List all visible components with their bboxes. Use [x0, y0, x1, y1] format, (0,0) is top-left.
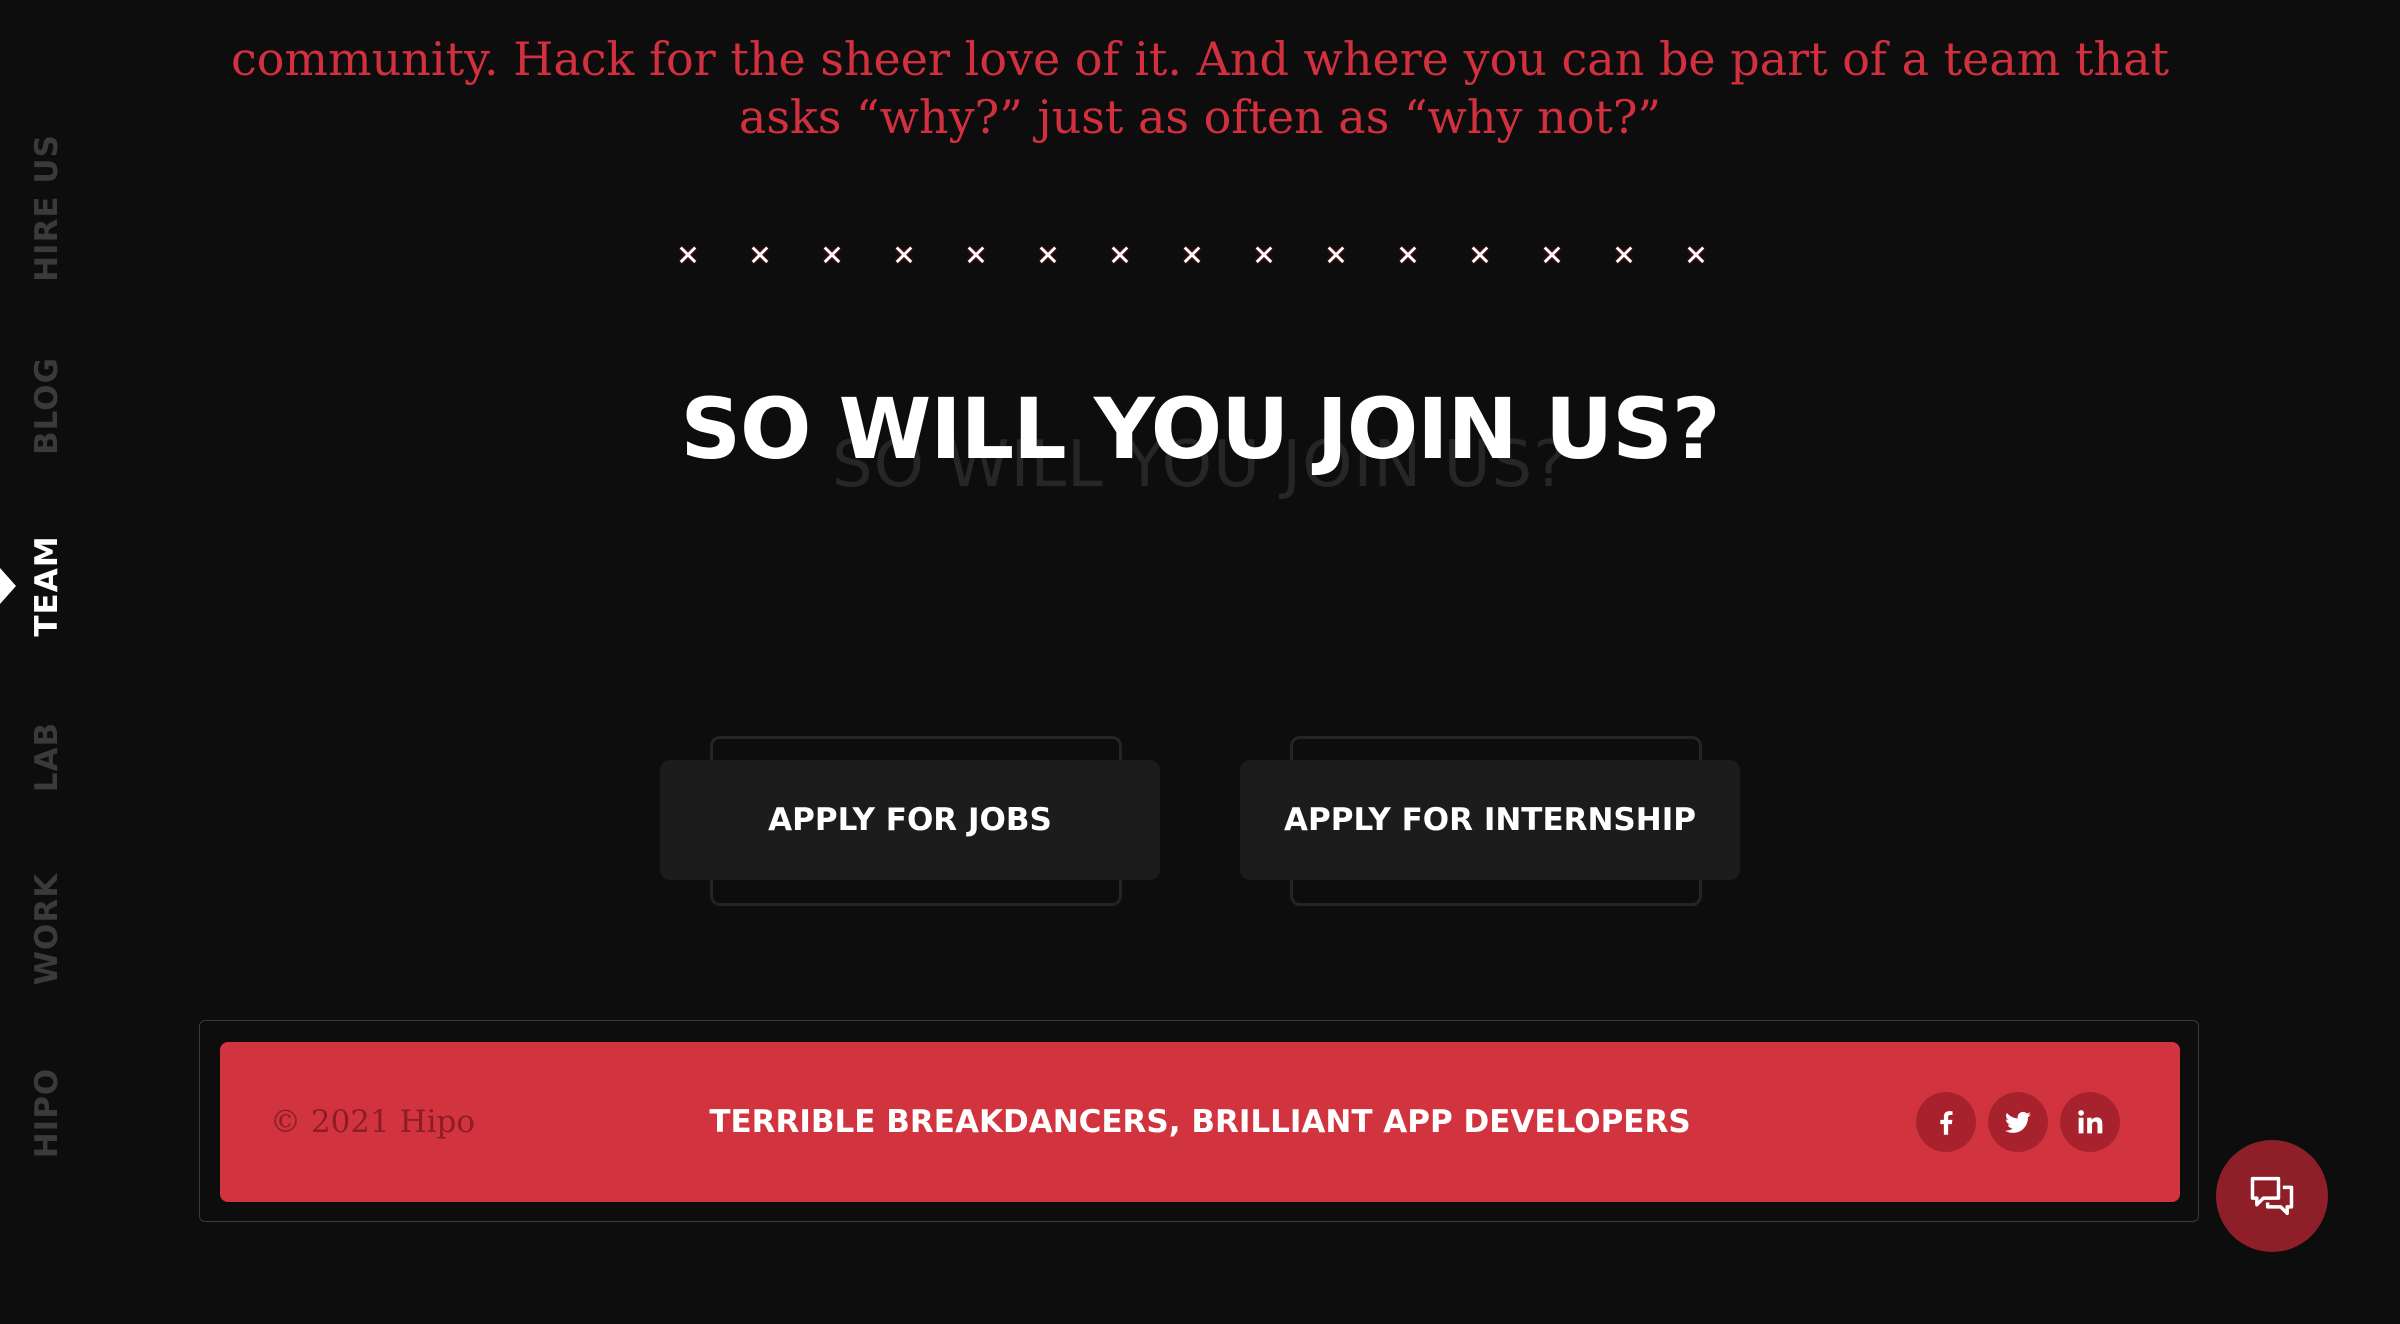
divider-x-mark: ✕ — [1540, 239, 1564, 272]
divider-x-mark: ✕ — [748, 239, 772, 272]
divider-x-mark: ✕ — [1180, 239, 1204, 272]
side-navigation: HIRE US BLOG TEAM LAB WORK HIPO — [0, 0, 96, 1324]
linkedin-icon — [2078, 1110, 2103, 1134]
footer: © 2021 Hipo TERRIBLE BREAKDANCERS, BRILL… — [220, 1042, 2180, 1202]
facebook-link[interactable] — [1916, 1092, 1976, 1152]
nav-item-hipo[interactable]: HIPO — [29, 1068, 65, 1159]
active-nav-indicator — [0, 568, 16, 604]
divider-x-mark: ✕ — [1684, 239, 1708, 272]
x-divider: ✕ ✕ ✕ ✕ ✕ ✕ ✕ ✕ ✕ ✕ ✕ ✕ ✕ ✕ ✕ — [660, 236, 1716, 276]
divider-x-mark: ✕ — [1324, 239, 1348, 272]
divider-x-mark: ✕ — [676, 239, 700, 272]
intro-line-1: community. Hack for the sheer love of it… — [230, 32, 2170, 86]
nav-item-work[interactable]: WORK — [29, 873, 65, 985]
apply-for-jobs-button[interactable]: APPLY FOR JOBS — [660, 760, 1160, 880]
divider-x-mark: ✕ — [1108, 239, 1132, 272]
divider-x-mark: ✕ — [1396, 239, 1420, 272]
nav-item-lab[interactable]: LAB — [29, 722, 65, 792]
facebook-icon — [1940, 1111, 1953, 1135]
divider-x-mark: ✕ — [1252, 239, 1276, 272]
divider-x-mark: ✕ — [1468, 239, 1492, 272]
divider-x-mark: ✕ — [964, 239, 988, 272]
intro-paragraph: community. Hack for the sheer love of it… — [200, 0, 2200, 146]
page-heading: SO WILL YOU JOIN US? — [680, 380, 1721, 478]
copyright-text: © 2021 Hipo — [270, 1104, 476, 1140]
linkedin-link[interactable] — [2060, 1092, 2120, 1152]
apply-for-internship-button[interactable]: APPLY FOR INTERNSHIP — [1240, 760, 1740, 880]
twitter-icon — [2005, 1111, 2031, 1133]
chat-icon — [2250, 1176, 2294, 1216]
divider-x-mark: ✕ — [1612, 239, 1636, 272]
divider-x-mark: ✕ — [1036, 239, 1060, 272]
nav-item-team[interactable]: TEAM — [29, 535, 65, 636]
intro-cut-line — [200, 0, 2200, 30]
page: HIRE US BLOG TEAM LAB WORK HIPO communit… — [0, 0, 2400, 1324]
nav-item-hire-us[interactable]: HIRE US — [29, 134, 65, 282]
chat-button[interactable] — [2216, 1140, 2328, 1252]
divider-x-mark: ✕ — [820, 239, 844, 272]
intro-line-2: asks “why?” just as often as “why not?” — [738, 90, 1662, 144]
twitter-link[interactable] — [1988, 1092, 2048, 1152]
footer-tagline: TERRIBLE BREAKDANCERS, BRILLIANT APP DEV… — [709, 1104, 1691, 1140]
divider-x-mark: ✕ — [892, 239, 916, 272]
